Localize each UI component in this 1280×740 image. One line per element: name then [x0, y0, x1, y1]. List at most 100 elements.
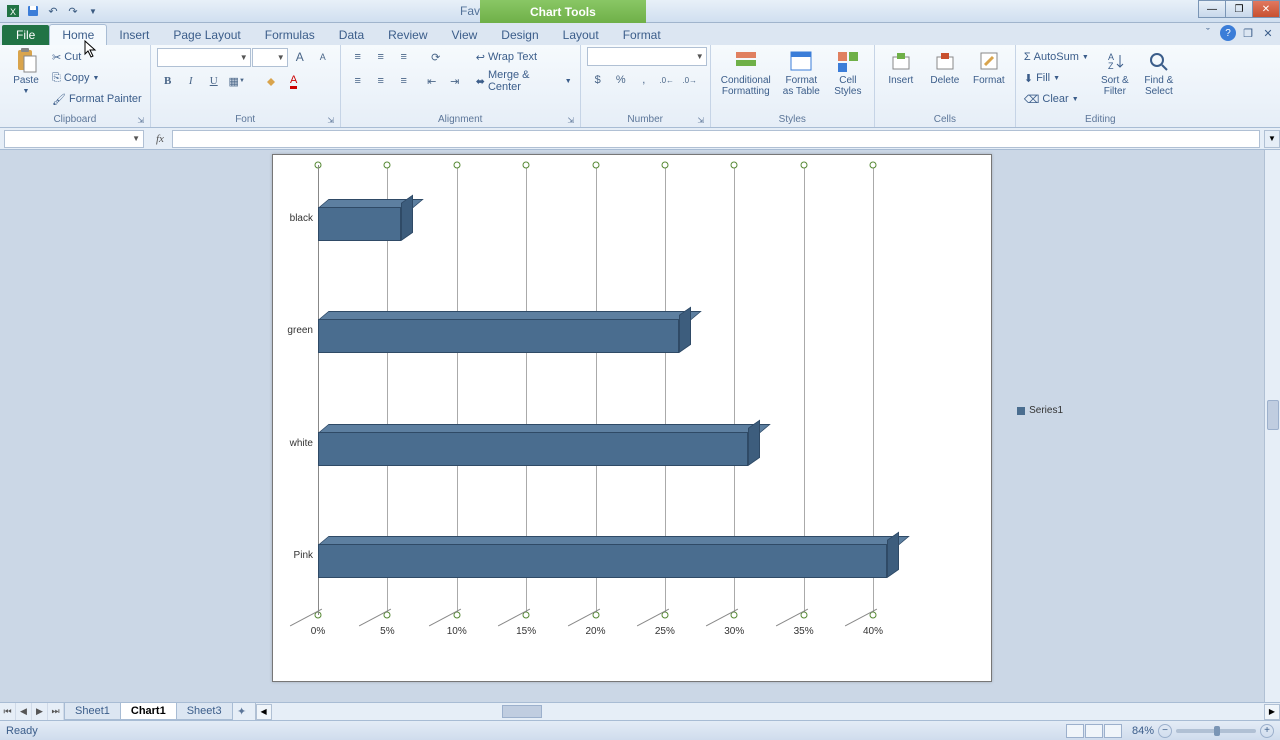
page-break-view-button[interactable]	[1104, 724, 1122, 738]
selection-handle[interactable]	[800, 162, 807, 169]
prev-sheet-button[interactable]: ◀	[16, 703, 32, 720]
insert-cells-button[interactable]: Insert	[881, 47, 921, 88]
format-as-table-button[interactable]: Format as Table	[779, 47, 824, 99]
sheet-tab-chart1[interactable]: Chart1	[120, 703, 177, 720]
sort-filter-button[interactable]: AZSort & Filter	[1095, 47, 1135, 99]
fill-color-button[interactable]	[260, 71, 282, 91]
clear-button[interactable]: ⌫Clear▼	[1022, 89, 1091, 109]
copy-button[interactable]: ⎘Copy▼	[50, 68, 144, 88]
dialog-launcher-icon[interactable]: ⇲	[696, 116, 706, 126]
scroll-right-button[interactable]: ▶	[1264, 704, 1280, 720]
chart-legend[interactable]: Series1	[1017, 405, 1063, 416]
font-name-combo[interactable]: ▼	[157, 48, 251, 67]
new-sheet-button[interactable]: ✦	[233, 703, 251, 720]
find-select-button[interactable]: Find & Select	[1139, 47, 1179, 99]
percent-icon[interactable]: %	[610, 70, 632, 90]
autosum-button[interactable]: ΣAutoSum▼	[1022, 47, 1091, 67]
expand-formula-bar-icon[interactable]: ▼	[1264, 130, 1280, 148]
last-sheet-button[interactable]: ⏭	[48, 703, 64, 720]
cut-button[interactable]: ✂Cut	[50, 47, 144, 67]
comma-icon[interactable]: ,	[633, 70, 655, 90]
zoom-level[interactable]: 84%	[1132, 725, 1154, 737]
tab-review[interactable]: Review	[376, 25, 439, 45]
orientation-icon[interactable]: ⟳	[425, 47, 447, 67]
align-right-icon[interactable]: ≡	[393, 71, 415, 91]
shrink-font-icon[interactable]: A	[312, 47, 334, 67]
tab-home[interactable]: Home	[49, 24, 107, 45]
maximize-button[interactable]: ❐	[1225, 0, 1253, 18]
tab-design[interactable]: Design	[489, 25, 550, 45]
minimize-ribbon-icon[interactable]: ˇ	[1200, 25, 1216, 41]
selection-handle[interactable]	[523, 162, 530, 169]
normal-view-button[interactable]	[1066, 724, 1084, 738]
scroll-thumb[interactable]	[1267, 400, 1279, 430]
redo-icon[interactable]: ↷	[64, 2, 82, 20]
zoom-in-button[interactable]: +	[1260, 724, 1274, 738]
merge-center-button[interactable]: ⬌Merge & Center▼	[474, 71, 574, 91]
bold-button[interactable]: B	[157, 71, 179, 91]
tab-format[interactable]: Format	[611, 25, 673, 45]
zoom-out-button[interactable]: −	[1158, 724, 1172, 738]
scroll-left-button[interactable]: ◀	[256, 704, 272, 720]
selection-handle[interactable]	[870, 162, 877, 169]
font-size-combo[interactable]: ▼	[252, 48, 288, 67]
decrease-indent-icon[interactable]: ⇤	[421, 71, 443, 91]
chart-bar[interactable]	[318, 536, 887, 578]
save-icon[interactable]	[24, 2, 42, 20]
number-format-combo[interactable]: ▼	[587, 47, 707, 66]
align-top-icon[interactable]: ≡	[347, 47, 369, 67]
paste-button[interactable]: Paste ▼	[6, 47, 46, 97]
font-color-button[interactable]: A	[283, 71, 305, 91]
italic-button[interactable]: I	[180, 71, 202, 91]
minimize-button[interactable]: —	[1198, 0, 1226, 18]
chart-bar[interactable]	[318, 424, 748, 466]
excel-icon[interactable]: X	[4, 2, 22, 20]
first-sheet-button[interactable]: ⏮	[0, 703, 16, 720]
border-button[interactable]: ▦▼	[226, 71, 248, 91]
horizontal-scrollbar[interactable]: ◀ ▶	[255, 703, 1280, 720]
increase-decimal-icon[interactable]: .0←	[656, 70, 678, 90]
chart-bar[interactable]	[318, 311, 679, 353]
window-restore-icon[interactable]: ❐	[1240, 25, 1256, 41]
selection-handle[interactable]	[661, 162, 668, 169]
align-center-icon[interactable]: ≡	[370, 71, 392, 91]
zoom-slider-thumb[interactable]	[1214, 726, 1220, 736]
underline-button[interactable]: U	[203, 71, 225, 91]
tab-insert[interactable]: Insert	[107, 25, 161, 45]
chart-object[interactable]: 0%5%10%15%20%25%30%35%40%blackgreenwhite…	[272, 154, 992, 682]
vertical-scrollbar[interactable]	[1264, 150, 1280, 702]
align-bottom-icon[interactable]: ≡	[393, 47, 415, 67]
conditional-formatting-button[interactable]: Conditional Formatting	[717, 47, 775, 99]
tab-data[interactable]: Data	[327, 25, 376, 45]
delete-cells-button[interactable]: Delete	[925, 47, 965, 88]
scroll-thumb[interactable]	[502, 705, 542, 718]
sheet-tab-sheet1[interactable]: Sheet1	[64, 703, 121, 720]
dialog-launcher-icon[interactable]: ⇲	[566, 116, 576, 126]
sheet-tab-sheet3[interactable]: Sheet3	[176, 703, 233, 720]
tab-formulas[interactable]: Formulas	[253, 25, 327, 45]
fill-button[interactable]: ⬇Fill▼	[1022, 68, 1091, 88]
selection-handle[interactable]	[592, 162, 599, 169]
help-icon[interactable]: ?	[1220, 25, 1236, 41]
tab-layout[interactable]: Layout	[551, 25, 611, 45]
close-button[interactable]: ✕	[1252, 0, 1280, 18]
selection-handle[interactable]	[731, 162, 738, 169]
decrease-decimal-icon[interactable]: .0→	[679, 70, 701, 90]
zoom-slider[interactable]	[1176, 729, 1256, 733]
align-left-icon[interactable]: ≡	[347, 71, 369, 91]
format-cells-button[interactable]: Format	[969, 47, 1009, 88]
cell-styles-button[interactable]: Cell Styles	[828, 47, 868, 99]
wrap-text-button[interactable]: ↩Wrap Text	[474, 47, 574, 67]
next-sheet-button[interactable]: ▶	[32, 703, 48, 720]
qat-dropdown-icon[interactable]: ▼	[84, 2, 102, 20]
tab-file[interactable]: File	[2, 25, 49, 45]
window-close-icon[interactable]: ✕	[1260, 25, 1276, 41]
tab-view[interactable]: View	[440, 25, 490, 45]
undo-icon[interactable]: ↶	[44, 2, 62, 20]
grow-font-icon[interactable]: A	[289, 47, 311, 67]
selection-handle[interactable]	[384, 162, 391, 169]
chart-bar[interactable]	[318, 199, 401, 241]
align-middle-icon[interactable]: ≡	[370, 47, 392, 67]
fx-icon[interactable]: fx	[148, 133, 172, 145]
dialog-launcher-icon[interactable]: ⇲	[326, 116, 336, 126]
